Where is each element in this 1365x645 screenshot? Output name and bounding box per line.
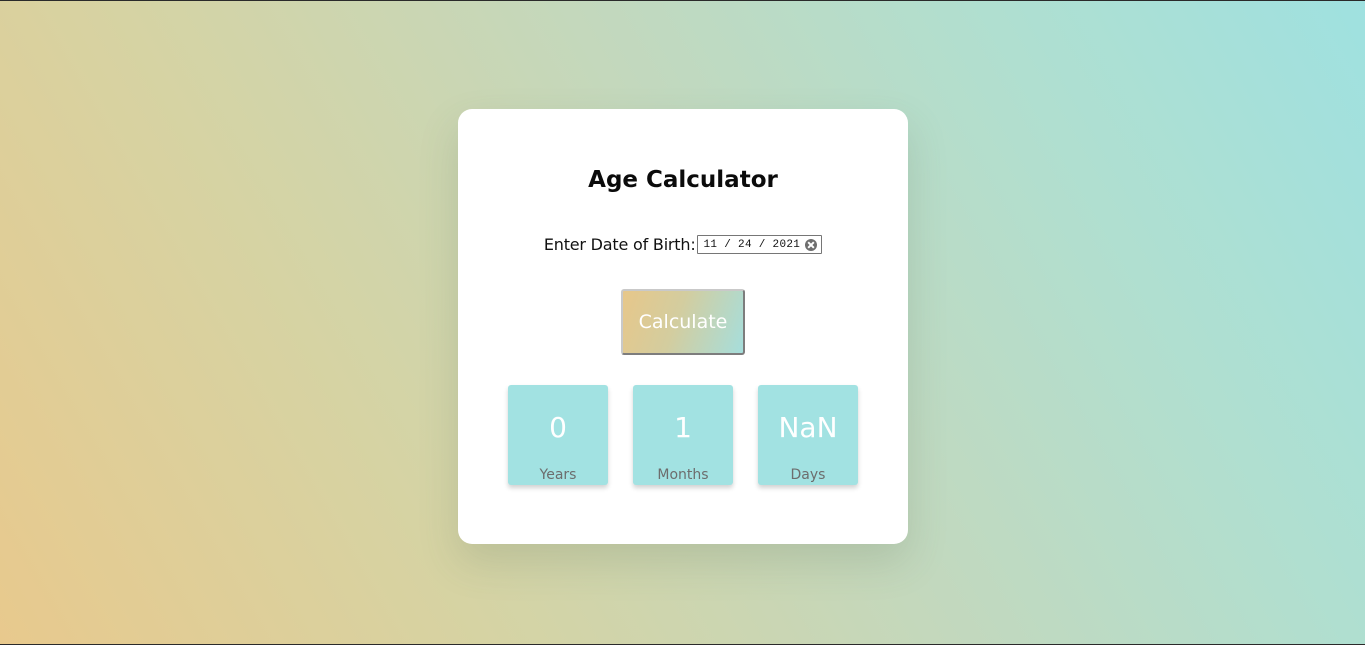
months-label: Months xyxy=(657,467,709,483)
days-label: Days xyxy=(790,467,826,483)
years-result-box: 0 Years xyxy=(508,385,608,485)
age-calculator-card: Age Calculator Enter Date of Birth: 11 /… xyxy=(458,109,908,544)
months-value: 1 xyxy=(674,411,692,444)
days-value: NaN xyxy=(778,411,838,444)
months-result-box: 1 Months xyxy=(633,385,733,485)
dob-label: Enter Date of Birth: xyxy=(543,235,696,254)
dob-date-input[interactable]: 11 / 24 / 2021 xyxy=(696,235,823,254)
clear-icon[interactable] xyxy=(805,238,818,251)
calculate-button[interactable]: Calculate xyxy=(621,289,745,355)
page-title: Age Calculator xyxy=(588,167,778,193)
days-result-box: NaN Days xyxy=(758,385,858,485)
years-value: 0 xyxy=(549,411,567,444)
years-label: Years xyxy=(539,467,577,483)
dob-row: Enter Date of Birth: 11 / 24 / 2021 xyxy=(458,235,908,254)
dob-date-value[interactable]: 11 / 24 / 2021 xyxy=(704,239,801,251)
